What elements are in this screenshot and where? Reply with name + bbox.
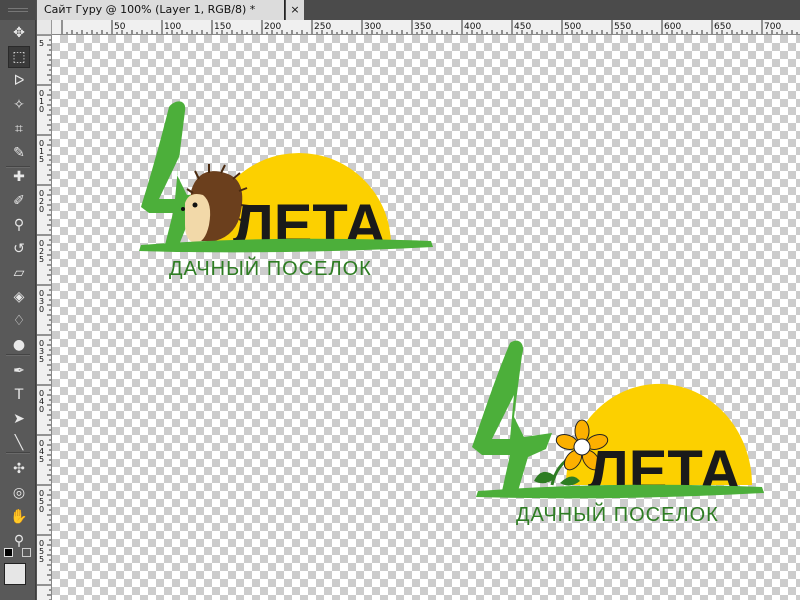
- toolbox-separator: [6, 354, 30, 356]
- eraser-icon[interactable]: ▱: [8, 262, 30, 284]
- path-select-icon[interactable]: ➤: [8, 408, 30, 430]
- ruler-label: 0: [39, 305, 44, 314]
- ruler-label: 400: [464, 22, 481, 32]
- logo-subtitle-text: ДАЧНЫЙ ПОСЕЛОК: [169, 256, 372, 280]
- ruler-label: 5: [39, 155, 44, 164]
- ruler-label: 200: [264, 22, 281, 32]
- horizontal-ruler[interactable]: 50 100 150 200 250 300 350 400 450 500 550 600 650 70…: [52, 20, 800, 35]
- pen-tool-icon[interactable]: ✒: [8, 360, 30, 382]
- brush-tool-icon[interactable]: ✐: [8, 190, 30, 212]
- ruler-label: 0: [39, 205, 44, 214]
- magic-wand-icon[interactable]: ✧: [8, 94, 30, 116]
- toolbox-separator: [6, 166, 30, 168]
- 3d-rotate-icon[interactable]: ✣: [8, 458, 30, 480]
- eyedropper-icon[interactable]: ✎: [8, 142, 30, 164]
- vertical-ruler[interactable]: 5010015020025030035040045050055: [37, 35, 52, 600]
- vertical-ruler-ticks: 5010015020025030035040045050055: [37, 35, 51, 600]
- foreground-color-swatch[interactable]: [4, 563, 26, 585]
- 3d-orbit-icon[interactable]: ◎: [8, 482, 30, 504]
- document-tab-bar: Сайт Гуру @ 100% (Layer 1, RGB/8) * ×: [37, 0, 800, 20]
- document-window: Сайт Гуру @ 100% (Layer 1, RGB/8) * × 50…: [37, 0, 800, 600]
- ruler-label: 450: [514, 22, 531, 32]
- ruler-label: 300: [364, 22, 381, 32]
- ruler-label: 0: [39, 505, 44, 514]
- toolbox-separator: [6, 452, 30, 454]
- toolbox-panel: ✥ ⬚ ᐅ ✧ ⌗ ✎ ✚ ✐ ⚲ ↺ ▱ ◈ ♢ ● ✒ T ➤ ╲ ✣ ◎ ✋ ⚲: [0, 0, 36, 600]
- grass-stroke: [139, 238, 433, 253]
- ruler-label: 5: [39, 455, 44, 464]
- ruler-label: 350: [414, 22, 431, 32]
- swap-colors-icon[interactable]: [22, 548, 31, 557]
- clone-stamp-icon[interactable]: ⚲: [8, 214, 30, 236]
- ruler-label: 150: [214, 22, 231, 32]
- logo-hedgehog[interactable]: ЛЕТА ДАЧНЫЙ ПОСЕЛОК: [129, 95, 433, 289]
- close-tab-icon[interactable]: ×: [286, 0, 304, 20]
- ruler-label: 50: [114, 22, 126, 32]
- ruler-label: 500: [564, 22, 581, 32]
- healing-brush-icon[interactable]: ✚: [8, 166, 30, 188]
- ruler-label: 5: [39, 255, 44, 264]
- crop-tool-icon[interactable]: ⌗: [8, 118, 30, 140]
- ruler-label: 100: [164, 22, 181, 32]
- history-brush-icon[interactable]: ↺: [8, 238, 30, 260]
- ruler-label: 650: [714, 22, 731, 32]
- ruler-label: 0: [39, 405, 44, 414]
- ruler-label: 250: [314, 22, 331, 32]
- marquee-tool-icon[interactable]: ⬚: [8, 46, 30, 68]
- horizontal-ruler-ticks: 50 100 150 200 250 300 350 400 450 500 550 600 650 70…: [61, 20, 798, 34]
- logo-flower[interactable]: ЛЕТА ДАЧНЫЙ ПОСЕЛОК: [456, 335, 766, 539]
- type-tool-icon[interactable]: T: [8, 384, 30, 406]
- paint-bucket-icon[interactable]: ◈: [8, 286, 30, 308]
- dodge-tool-icon[interactable]: ●: [8, 334, 30, 356]
- lasso-tool-icon[interactable]: ᐅ: [8, 70, 30, 92]
- document-tab[interactable]: Сайт Гуру @ 100% (Layer 1, RGB/8) *: [37, 0, 285, 20]
- hand-tool-icon[interactable]: ✋: [8, 506, 30, 528]
- ruler-label: 700: [764, 22, 781, 32]
- numeral-four-shape: [472, 340, 552, 491]
- ruler-label: 5: [39, 555, 44, 564]
- ruler-label: 0: [39, 105, 44, 114]
- ruler-label: 5: [39, 355, 44, 364]
- line-tool-icon[interactable]: ╲: [8, 432, 30, 454]
- blur-tool-icon[interactable]: ♢: [8, 310, 30, 332]
- ruler-label: 550: [614, 22, 631, 32]
- logo-subtitle-text: ДАЧНЫЙ ПОСЕЛОК: [516, 502, 719, 526]
- ruler-label: 5: [39, 39, 44, 48]
- transparent-canvas[interactable]: ЛЕТА ДАЧНЫЙ ПОСЕЛОК ЛЕТА ДАЧНЫЙ ПОСЕЛОК: [52, 35, 800, 600]
- ruler-label: 600: [664, 22, 681, 32]
- ruler-origin[interactable]: [37, 20, 52, 35]
- move-tool-icon[interactable]: ✥: [8, 22, 30, 44]
- default-colors-icon[interactable]: [4, 548, 13, 557]
- toolbox-grip[interactable]: [0, 0, 36, 20]
